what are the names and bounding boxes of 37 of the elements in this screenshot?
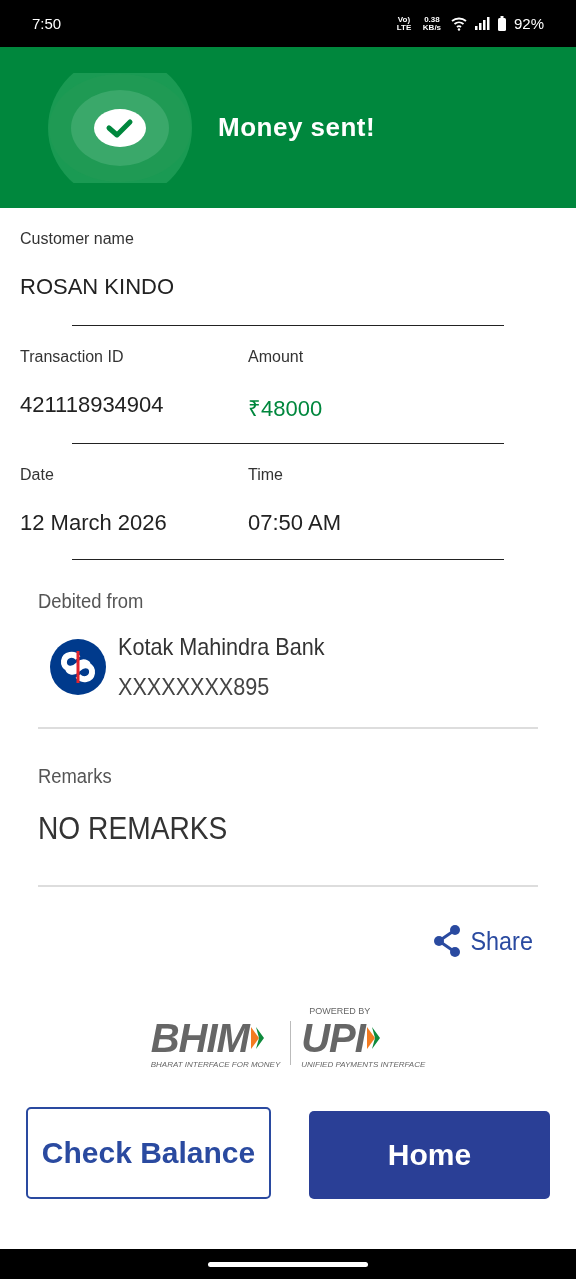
bank-name: Kotak Mahindra Bank — [118, 633, 325, 661]
account-number: XXXXXXXX895 — [118, 673, 271, 701]
upi-logo-text: UPI — [301, 1018, 365, 1058]
field-label: Amount — [248, 348, 305, 366]
amount-value: ₹48000 — [248, 395, 324, 422]
home-indicator[interactable] — [208, 1261, 368, 1267]
field-value: 12 March 2026 — [20, 510, 168, 536]
check-balance-button[interactable]: Check Balance — [26, 1107, 271, 1199]
bhim-logo-text: BHIM — [150, 1018, 249, 1058]
volte-indicator: Vo) LTE — [395, 15, 413, 32]
signal-icon — [474, 17, 490, 30]
bhim-tagline: BHARAT INTERFACE FOR MONEY — [150, 1060, 281, 1069]
network-speed: 0.38 KB/s — [421, 15, 443, 32]
home-button[interactable]: Home — [309, 1111, 550, 1199]
field-label: Time — [248, 466, 284, 484]
field-label: Date — [20, 466, 55, 484]
upi-tagline: UNIFIED PAYMENTS INTERFACE — [301, 1060, 426, 1069]
share-icon — [432, 925, 461, 957]
success-check-icon — [48, 72, 192, 183]
clock-time: 7:50 — [32, 15, 62, 32]
header-title: Money sent! — [218, 112, 376, 143]
field-label: Customer name — [20, 230, 135, 248]
field-value: ROSAN KINDO — [20, 274, 176, 300]
powered-by-text: POWERED BY — [309, 1006, 371, 1016]
section-label: Remarks — [38, 765, 113, 788]
remarks-value: NO REMARKS — [38, 809, 229, 848]
tricolor-arrow-icon — [366, 1027, 380, 1049]
bank-logo-icon — [50, 639, 106, 695]
field-label: Transaction ID — [20, 348, 125, 366]
field-value: 421118934904 — [20, 392, 165, 418]
battery-icon — [497, 16, 506, 31]
field-value: 07:50 AM — [248, 510, 342, 536]
section-label: Debited from — [38, 590, 145, 613]
share-link[interactable]: Share — [432, 925, 536, 957]
tricolor-arrow-icon — [250, 1027, 264, 1049]
wifi-icon — [450, 16, 467, 31]
battery-percent: 92% — [513, 15, 544, 32]
